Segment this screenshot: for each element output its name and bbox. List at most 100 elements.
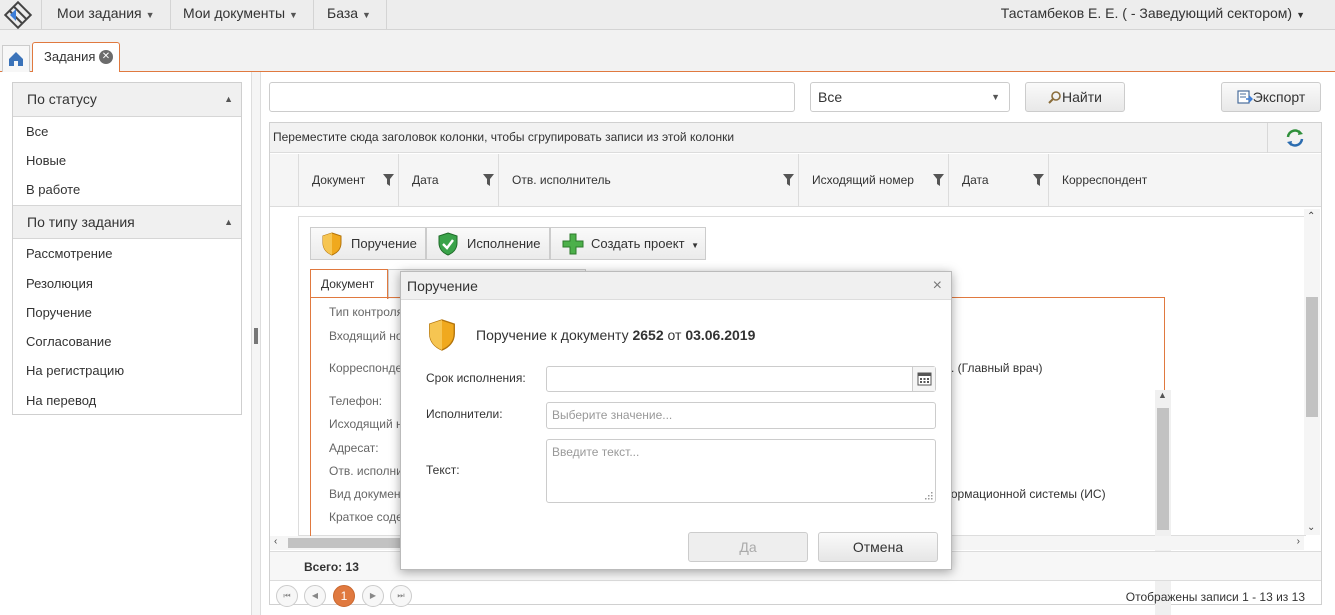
home-tab[interactable] [2,45,30,72]
filter-icon[interactable] [1033,174,1044,186]
grid-header-row: Документ Дата Отв. исполнитель Исходящий… [270,154,1321,207]
page-current[interactable]: 1 [333,585,355,607]
user-menu[interactable]: Тастамбеков Е. Е. ( - Заведующий секторо… [1001,0,1305,30]
column-header-correspondent[interactable]: Корреспондент [1048,154,1306,207]
calendar-icon [917,372,932,386]
type-group-header[interactable]: По типу задания ▲ [13,205,241,239]
scroll-down-icon[interactable]: ⌄ [1307,522,1315,533]
search-input[interactable] [269,82,795,112]
status-group-title: По статусу [27,91,97,107]
menu-base-label: База [327,5,359,21]
detail-scrollbar-thumb[interactable] [1157,408,1169,530]
text-placeholder: Введите текст... [552,445,640,459]
search-icon [1048,91,1061,104]
scroll-up-icon[interactable]: ⌃ [1307,211,1315,222]
type-item-review[interactable]: Рассмотрение [26,246,112,261]
type-item-translation[interactable]: На перевод [26,393,96,408]
yes-button[interactable]: Да [688,532,808,562]
app-logo[interactable] [0,0,42,30]
field-doc-type-label: Вид докумен [329,487,401,501]
order-button[interactable]: Поручение [310,227,426,260]
refresh-icon [1286,129,1304,147]
filter-icon[interactable] [783,174,794,186]
logo-icon [3,0,33,30]
refresh-button[interactable] [1267,123,1321,153]
filter-icon[interactable] [483,174,494,186]
plus-icon [562,233,584,255]
type-item-order[interactable]: Поручение [26,305,92,320]
user-name: Тастамбеков Е. Е. ( - Заведующий секторо… [1000,5,1293,21]
deadline-label: Срок исполнения: [426,371,526,385]
message-prefix: Поручение к документу [476,327,629,343]
close-icon[interactable]: ✕ [99,50,113,64]
close-icon[interactable]: × [933,272,942,300]
type-item-registration[interactable]: На регистрацию [26,363,124,378]
document-date: 03.06.2019 [685,327,756,343]
grid-horizontal-thumb[interactable] [288,538,400,548]
executors-label: Исполнители: [426,407,503,421]
find-button-label: Найти [1062,89,1102,105]
document-number: 2652 [632,327,664,343]
grid-vertical-thumb[interactable] [1306,297,1318,417]
scroll-right-icon[interactable]: › [1297,536,1300,547]
splitter-grip[interactable] [254,328,258,344]
first-page-icon[interactable]: ⏮ [276,585,298,607]
export-button[interactable]: Экспорт [1221,82,1321,112]
grid-vertical-scrollbar[interactable]: ⌃ ⌄ [1304,209,1320,535]
export-button-label: Экспорт [1252,89,1306,105]
text-label: Текст: [426,463,460,477]
text-area[interactable]: Введите текст... [546,439,936,503]
status-item-new[interactable]: Новые [26,153,66,168]
type-item-resolution[interactable]: Резолюция [26,276,93,291]
filter-select[interactable]: Все ▼ [810,82,1010,112]
filter-icon[interactable] [933,174,944,186]
scroll-left-icon[interactable]: ‹ [274,536,277,547]
collapse-up-icon[interactable]: ▲ [224,83,233,116]
scroll-up-icon[interactable]: ▲ [1158,390,1167,400]
menu-my-tasks[interactable]: Мои задания ▼ [42,0,171,30]
menu-base[interactable]: База ▼ [312,0,387,30]
execution-button[interactable]: Исполнение [426,227,550,260]
collapse-up-icon[interactable]: ▲ [224,206,233,239]
panel-splitter[interactable] [251,72,261,615]
status-group-header[interactable]: По статусу ▲ [13,83,241,117]
field-summary-label: Краткое соде [329,510,403,524]
resize-handle-icon[interactable] [925,492,933,500]
type-item-approval[interactable]: Согласование [26,334,111,349]
export-icon [1237,90,1253,104]
next-page-icon[interactable]: ▶ [362,585,384,607]
group-by-bar[interactable]: Переместите сюда заголовок колонки, чтоб… [270,123,1321,153]
message-mid: от [667,327,682,343]
status-item-in-progress[interactable]: В работе [26,182,80,197]
executors-field[interactable]: Выберите значение... [546,402,936,429]
shield-icon [322,232,342,256]
create-project-button[interactable]: Создать проект ▼ [550,227,706,260]
calendar-button[interactable] [912,367,935,391]
tab-document[interactable]: Документ [310,269,388,299]
cancel-button[interactable]: Отмена [818,532,938,562]
filter-icon[interactable] [383,174,394,186]
tab-tasks[interactable]: Задания ✕ [32,42,120,73]
pager: ⏮ ◀ 1 ▶ ⏭ Отображены записи 1 - 13 из 13 [270,582,1321,607]
find-button[interactable]: Найти [1025,82,1125,112]
tab-document-label: Документ [321,277,375,291]
shield-icon [429,319,455,351]
chevron-down-icon: ▼ [289,10,298,20]
chevron-down-icon: ▼ [145,10,155,20]
last-page-icon[interactable]: ⏭ [390,585,412,607]
home-icon [9,52,23,66]
field-outgoing-number-label: Исходящий н [329,417,403,431]
chevron-down-icon: ▼ [691,241,700,250]
prev-page-icon[interactable]: ◀ [304,585,326,607]
dialog-title: Поручение [407,278,478,294]
menu-my-documents[interactable]: Мои документы ▼ [168,0,314,30]
column-header-outgoing-number[interactable]: Исходящий номер [798,154,948,207]
column-header-responsible[interactable]: Отв. исполнитель [498,154,798,207]
chevron-down-icon: ▼ [991,92,1000,102]
status-item-all[interactable]: Все [26,124,48,139]
column-header-date[interactable]: Дата [398,154,498,207]
column-header-date-2[interactable]: Дата [948,154,1048,207]
column-header-document[interactable]: Документ [298,154,398,207]
deadline-field[interactable] [546,366,936,392]
field-doc-type-value: формационной системы (ИС) [941,487,1106,501]
